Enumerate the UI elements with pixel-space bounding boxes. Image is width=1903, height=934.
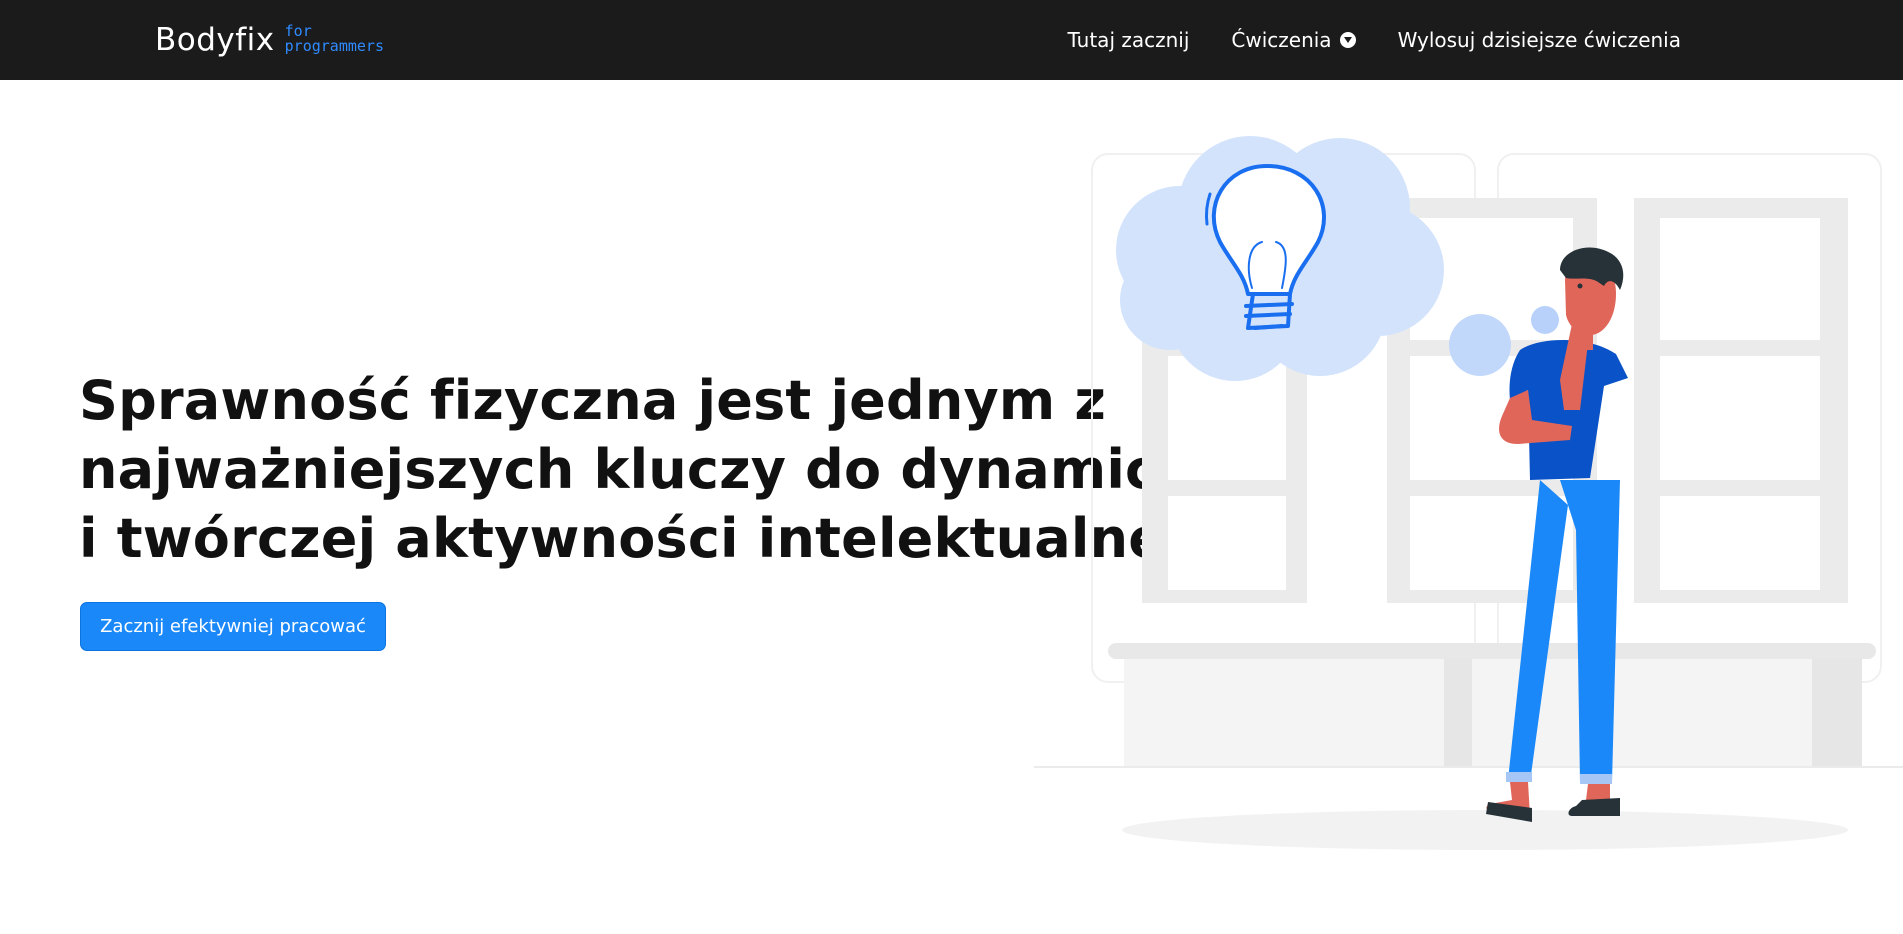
cta-button[interactable]: Zacznij efektywniej pracować	[80, 602, 386, 651]
brand-tagline: for programmers	[285, 24, 384, 54]
navbar: Bodyfix for programmers Tutaj zacznij Ćw…	[0, 0, 1903, 80]
brand-name: Bodyfix	[155, 22, 275, 58]
nav-dropdown-exercises[interactable]: Ćwiczenia	[1231, 28, 1356, 52]
chevron-down-icon	[1339, 32, 1356, 48]
nav-link-random-exercises-label: Wylosuj dzisiejsze ćwiczenia	[1397, 28, 1681, 52]
nav-menu: Tutaj zacznij Ćwiczenia Wylosuj dzisiejs…	[1067, 0, 1681, 80]
nav-link-start-label: Tutaj zacznij	[1067, 28, 1190, 52]
nav-link-random-exercises[interactable]: Wylosuj dzisiejsze ćwiczenia	[1398, 28, 1681, 52]
background-bench	[1034, 643, 1903, 850]
nav-link-start[interactable]: Tutaj zacznij	[1067, 28, 1189, 52]
brand-logo[interactable]: Bodyfix for programmers	[155, 18, 384, 62]
nav-dropdown-exercises-label: Ćwiczenia	[1231, 28, 1332, 52]
thinking-man-illustration	[1034, 136, 1903, 850]
brand-tagline-line2: programmers	[284, 37, 384, 55]
